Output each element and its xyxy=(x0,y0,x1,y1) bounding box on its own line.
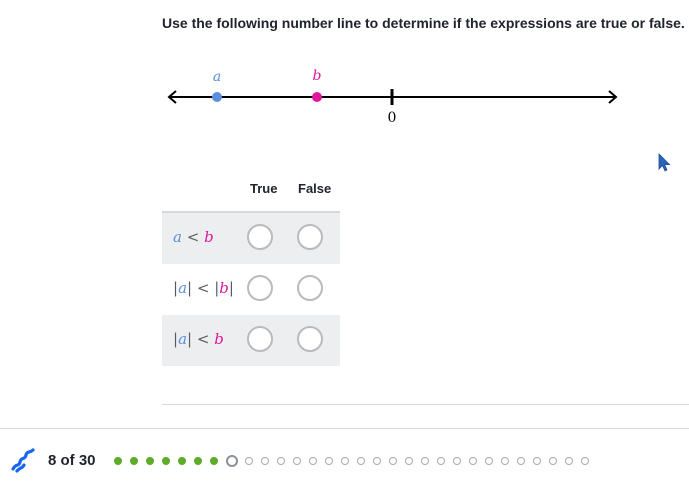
expr-operator: < xyxy=(186,228,200,246)
exercise-page: Use the following number line to determi… xyxy=(0,0,689,482)
expr-left-var: a xyxy=(173,228,182,246)
progress-dot-complete xyxy=(114,457,122,465)
zero-label: 0 xyxy=(388,110,397,126)
expr-left-var: a xyxy=(178,279,188,297)
row-3-true-radio[interactable] xyxy=(247,326,273,352)
progress-dot-pending xyxy=(357,457,365,465)
progress-dot-pending xyxy=(469,457,477,465)
progress-dot-pending xyxy=(565,457,573,465)
point-a-label: a xyxy=(213,69,221,85)
table-row: |a| < |b| xyxy=(162,264,340,315)
expression-1: a < b xyxy=(173,228,214,246)
progress-dot-pending xyxy=(373,457,381,465)
expr-operator: < xyxy=(196,330,210,348)
row-2-true-radio[interactable] xyxy=(247,275,273,301)
number-line: 0 a b xyxy=(167,68,618,126)
column-header-false: False xyxy=(298,181,332,196)
point-a xyxy=(212,92,222,102)
squiggle-icon xyxy=(11,448,35,473)
expr-right-var: b xyxy=(204,228,214,246)
point-b xyxy=(312,92,322,102)
mouse-cursor-icon xyxy=(658,153,671,172)
point-b-label: b xyxy=(313,68,322,84)
progress-dot-pending xyxy=(581,457,589,465)
expression-3: |a| < b xyxy=(173,330,224,348)
progress-dot-pending xyxy=(245,457,253,465)
progress-counter: 8 of 30 xyxy=(48,452,96,469)
progress-dot-pending xyxy=(277,457,285,465)
progress-dot-pending xyxy=(549,457,557,465)
expr-operator: < xyxy=(196,279,210,297)
progress-dot-complete xyxy=(146,457,154,465)
progress-dot-pending xyxy=(309,457,317,465)
table-row: a < b xyxy=(162,213,340,264)
progress-dot-pending xyxy=(453,457,461,465)
expr-right-var: b xyxy=(214,330,224,348)
progress-dot-pending xyxy=(517,457,525,465)
progress-dot-complete xyxy=(130,457,138,465)
progress-dot-pending xyxy=(533,457,541,465)
table-row: |a| < b xyxy=(162,315,340,366)
progress-dot-pending xyxy=(501,457,509,465)
row-1-true-radio[interactable] xyxy=(247,224,273,250)
progress-dot-complete xyxy=(162,457,170,465)
column-header-true: True xyxy=(250,181,278,196)
progress-footer: 8 of 30 xyxy=(0,428,689,482)
progress-dot-pending xyxy=(293,457,301,465)
expression-2: |a| < |b| xyxy=(173,279,234,297)
question-prompt: Use the following number line to determi… xyxy=(162,15,685,31)
progress-dot-pending xyxy=(261,457,269,465)
progress-dot-pending xyxy=(485,457,493,465)
progress-dot-pending xyxy=(437,457,445,465)
progress-dots xyxy=(114,455,597,467)
expr-right-var: b xyxy=(219,279,229,297)
progress-dot-complete xyxy=(178,457,186,465)
expr-left-var: a xyxy=(178,330,188,348)
progress-dot-pending xyxy=(421,457,429,465)
row-2-false-radio[interactable] xyxy=(297,275,323,301)
row-1-false-radio[interactable] xyxy=(297,224,323,250)
row-3-false-radio[interactable] xyxy=(297,326,323,352)
progress-dot-current xyxy=(226,455,238,467)
progress-dot-complete xyxy=(210,457,218,465)
progress-dot-pending xyxy=(389,457,397,465)
content-divider xyxy=(162,404,689,405)
progress-dot-complete xyxy=(194,457,202,465)
progress-dot-pending xyxy=(405,457,413,465)
progress-dot-pending xyxy=(325,457,333,465)
progress-dot-pending xyxy=(341,457,349,465)
